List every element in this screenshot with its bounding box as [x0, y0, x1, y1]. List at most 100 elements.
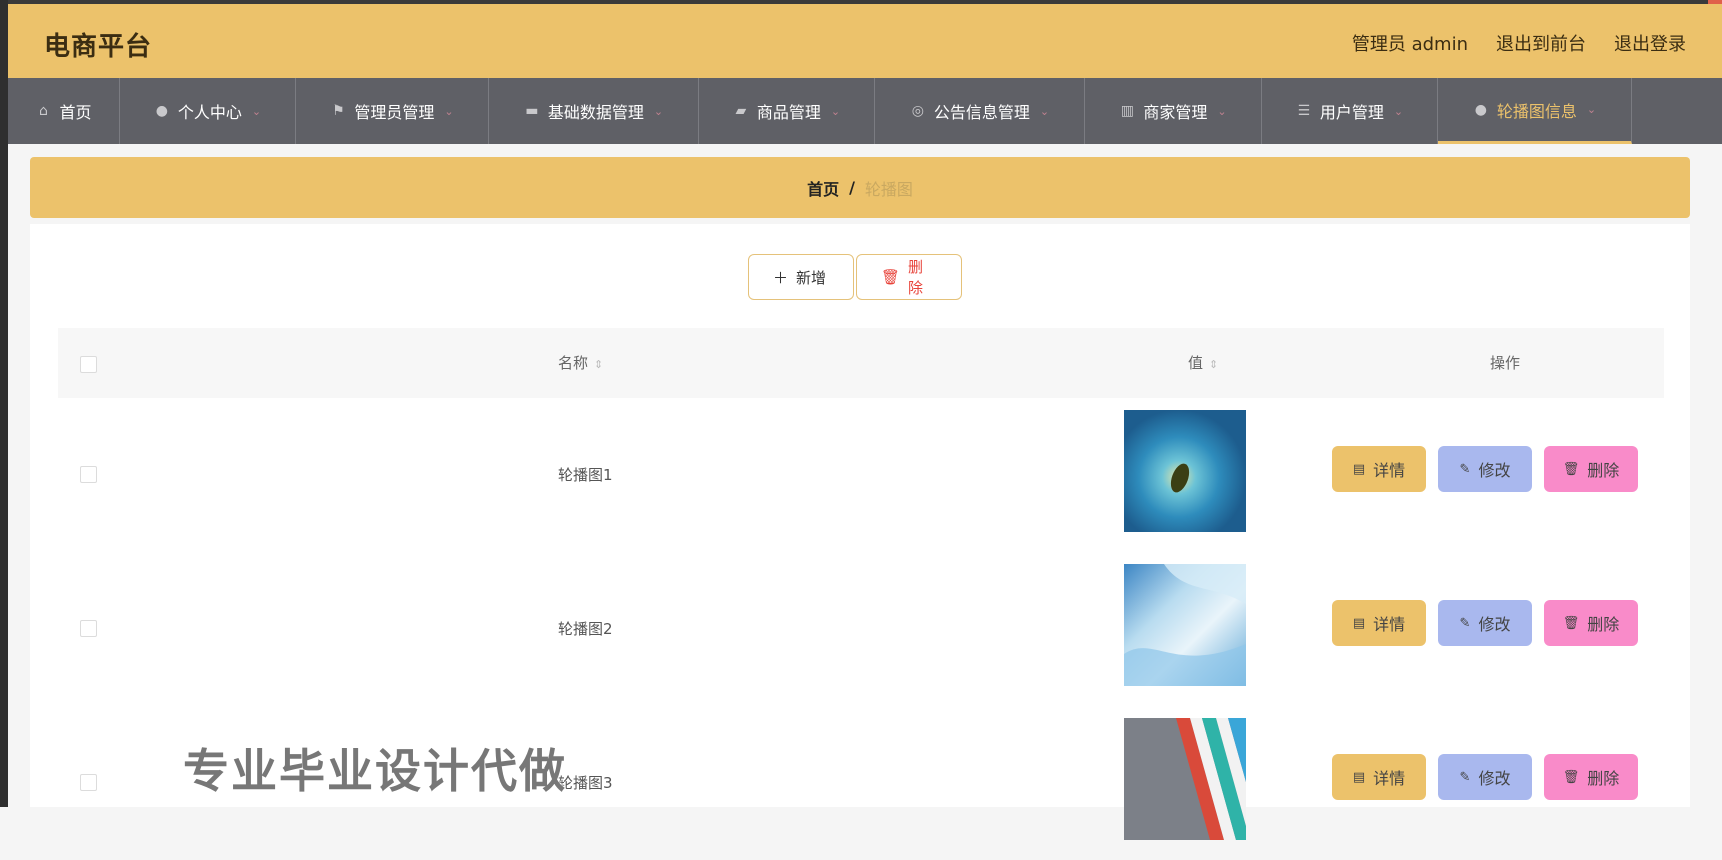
delete-button-label: 删除	[908, 258, 924, 297]
edit-button[interactable]: ✎ 修改	[1438, 754, 1532, 800]
detail-label: 详情	[1373, 769, 1406, 788]
nav-item-merchant[interactable]: ▥ 商家管理 ⌄	[1085, 78, 1262, 144]
nav-label: 商家管理	[1143, 103, 1208, 122]
delete-button[interactable]: 🗑 删除	[1544, 754, 1638, 800]
nav-item-personal[interactable]: ● 个人中心 ⌄	[120, 78, 296, 144]
detail-button[interactable]: ▤ 详情	[1332, 754, 1426, 800]
toolbar: ＋ 新增 🗑 删除	[748, 254, 962, 300]
chevron-down-icon: ⌄	[1217, 104, 1227, 118]
chevron-down-icon: ⌄	[1393, 104, 1404, 118]
delete-label: 删除	[1587, 769, 1620, 788]
select-all-checkbox[interactable]	[80, 356, 97, 373]
plus-icon: ＋	[773, 268, 789, 287]
admin-account-link[interactable]: 管理员 admin	[1352, 30, 1468, 56]
row-actions: ▤ 详情 ✎ 修改 🗑 删除	[1332, 446, 1638, 492]
delete-button[interactable]: 🗑 删除	[1544, 446, 1638, 492]
chevron-down-icon: ⌄	[251, 104, 262, 118]
breadcrumb: 首页 / 轮播图	[30, 157, 1690, 218]
table-header: 名称 ⇕ 值 ⇕ 操作	[58, 328, 1664, 398]
document-icon: ▤	[1352, 615, 1366, 631]
nav-item-users[interactable]: ☰ 用户管理 ⌄	[1262, 78, 1438, 144]
exit-to-frontend-link[interactable]: 退出到前台	[1496, 30, 1586, 56]
breadcrumb-separator: /	[849, 178, 855, 197]
island-image	[1124, 410, 1246, 532]
user-icon: ●	[155, 103, 168, 119]
logout-link[interactable]: 退出登录	[1614, 30, 1686, 56]
nav-label: 轮播图信息	[1496, 101, 1577, 121]
column-header-ops: 操作	[1490, 354, 1521, 372]
trash-icon: 🗑	[1562, 461, 1580, 477]
row-checkbox[interactable]	[80, 620, 97, 637]
column-header-name[interactable]: 名称 ⇕	[558, 352, 603, 373]
chevron-down-icon: ⌄	[444, 104, 454, 118]
data-icon: ▬	[525, 103, 539, 119]
nav-item-goods[interactable]: ▰ 商品管理 ⌄	[699, 78, 875, 144]
nav-label: 商品管理	[756, 103, 821, 122]
row-actions: ▤ 详情 ✎ 修改 🗑 删除	[1332, 754, 1638, 800]
edit-label: 修改	[1478, 615, 1511, 634]
row-image-thumbnail[interactable]	[1124, 718, 1246, 840]
column-header-value[interactable]: 值 ⇕	[1188, 352, 1218, 373]
row-checkbox[interactable]	[80, 774, 97, 791]
breadcrumb-home[interactable]: 首页	[807, 176, 839, 200]
document-icon: ▤	[1352, 461, 1366, 477]
row-checkbox[interactable]	[80, 466, 97, 483]
app-header: 电商平台 管理员 admin 退出到前台 退出登录	[8, 4, 1722, 78]
table-row: 轮播图1 ▤ 详情 ✎ 修改 🗑 删除	[58, 398, 1664, 552]
nav-item-home[interactable]: ⌂ 首页	[8, 78, 120, 144]
document-icon: ▤	[1352, 769, 1366, 785]
chevron-down-icon: ⌄	[1586, 103, 1597, 116]
chevron-down-icon: ⌄	[830, 104, 841, 118]
sort-icon[interactable]: ⇕	[1209, 358, 1218, 371]
row-image-thumbnail[interactable]	[1124, 410, 1246, 532]
delete-button[interactable]: 🗑 删除	[1544, 600, 1638, 646]
delete-label: 删除	[1587, 615, 1620, 634]
flag-icon: ⚑	[332, 103, 345, 119]
trash-icon: 🗑	[881, 268, 901, 286]
nav-item-carousel[interactable]: ● 轮播图信息 ⌄	[1438, 78, 1632, 144]
content-panel: ＋ 新增 🗑 删除 名称 ⇕ 值 ⇕ 操作 轮播图1 ▤ 详情 ✎ 修改 🗑 删…	[30, 224, 1690, 840]
row-image-thumbnail[interactable]	[1124, 564, 1246, 686]
row-name: 轮播图2	[558, 620, 613, 638]
delete-label: 删除	[1587, 461, 1620, 480]
edit-button[interactable]: ✎ 修改	[1438, 446, 1532, 492]
chevron-down-icon: ⌄	[1039, 104, 1050, 118]
chevron-down-icon: ⌄	[653, 104, 664, 118]
sort-icon[interactable]: ⇕	[594, 358, 603, 371]
header-links: 管理员 admin 退出到前台 退出登录	[1352, 30, 1686, 56]
detail-label: 详情	[1373, 615, 1406, 634]
user-icon: ●	[1474, 101, 1487, 118]
notice-icon: ◎	[911, 103, 924, 119]
nav-label: 个人中心	[177, 103, 242, 122]
list-icon: ☰	[1297, 103, 1311, 119]
shop-icon: ▥	[1120, 103, 1134, 119]
window-left-edge	[0, 0, 8, 807]
detail-button[interactable]: ▤ 详情	[1332, 600, 1426, 646]
column-value-label: 值	[1188, 354, 1204, 372]
nav-label: 用户管理	[1319, 103, 1384, 122]
home-icon: ⌂	[39, 103, 48, 119]
row-actions: ▤ 详情 ✎ 修改 🗑 删除	[1332, 600, 1638, 646]
edit-label: 修改	[1478, 461, 1511, 480]
edit-button[interactable]: ✎ 修改	[1438, 600, 1532, 646]
trash-icon: 🗑	[1562, 769, 1580, 785]
add-button[interactable]: ＋ 新增	[748, 254, 854, 300]
goods-icon: ▰	[735, 103, 747, 119]
column-name-label: 名称	[558, 354, 589, 372]
stripes-image	[1124, 718, 1246, 840]
nav-item-notice[interactable]: ◎ 公告信息管理 ⌄	[875, 78, 1085, 144]
add-button-label: 新增	[796, 268, 827, 287]
nav-item-admin[interactable]: ⚑ 管理员管理 ⌄	[296, 78, 489, 144]
nav-item-basic-data[interactable]: ▬ 基础数据管理 ⌄	[489, 78, 699, 144]
water-image	[1124, 564, 1246, 686]
batch-delete-button[interactable]: 🗑 删除	[856, 254, 962, 300]
pencil-icon: ✎	[1459, 615, 1471, 631]
breadcrumb-current: 轮播图	[864, 179, 913, 199]
nav-label: 基础数据管理	[547, 103, 644, 122]
detail-label: 详情	[1373, 461, 1406, 480]
detail-button[interactable]: ▤ 详情	[1332, 446, 1426, 492]
nav-label: 公告信息管理	[933, 103, 1030, 122]
trash-icon: 🗑	[1562, 615, 1580, 631]
edit-label: 修改	[1478, 769, 1511, 788]
nav-label: 管理员管理	[354, 103, 435, 122]
